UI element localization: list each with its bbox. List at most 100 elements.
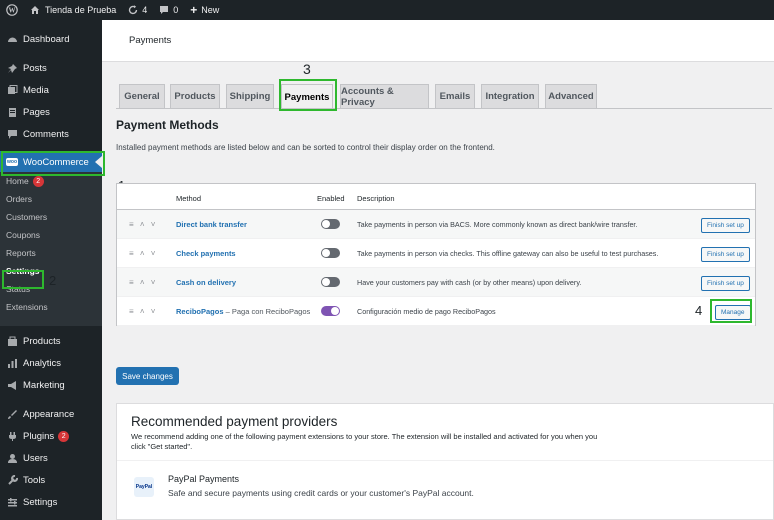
updates-icon: [128, 5, 138, 15]
menu-item-plugins[interactable]: Plugins 2: [0, 426, 102, 446]
settings-icon: [6, 496, 18, 508]
menu-item-posts[interactable]: Posts: [0, 58, 102, 78]
column-header-description: Description: [357, 194, 395, 203]
gateway-description: Take payments in person via checks. This…: [357, 249, 659, 258]
submenu-item-orders[interactable]: Orders: [0, 191, 102, 207]
enabled-toggle[interactable]: [321, 219, 340, 229]
column-header-enabled: Enabled: [317, 194, 345, 203]
menu-label: Users: [23, 452, 48, 464]
menu-label: Pages: [23, 106, 50, 118]
menu-item-users[interactable]: Users: [0, 448, 102, 468]
submenu-label: Extensions: [6, 302, 48, 312]
column-header-method: Method: [176, 194, 202, 203]
submenu-item-coupons[interactable]: Coupons: [0, 227, 102, 243]
page-header: Payments: [102, 20, 774, 62]
menu-item-products[interactable]: Products: [0, 331, 102, 351]
gateway-name-text: Direct bank transfer: [176, 220, 247, 229]
menu-item-analytics[interactable]: Analytics: [0, 353, 102, 373]
site-name-link[interactable]: Tienda de Prueba: [24, 0, 122, 20]
menu-item-media[interactable]: Media: [0, 80, 102, 100]
finish-setup-button[interactable]: Finish set up: [701, 247, 750, 262]
finish-setup-button[interactable]: Finish set up: [701, 276, 750, 291]
menu-item-appearance[interactable]: Appearance: [0, 404, 102, 424]
wrench-icon: [6, 474, 18, 486]
gateway-name-text: Check payments: [176, 249, 236, 258]
menu-item-tools[interactable]: Tools: [0, 470, 102, 490]
new-label: New: [201, 5, 220, 15]
menu-label: Media: [23, 84, 49, 96]
tab-shipping[interactable]: Shipping: [226, 84, 274, 108]
submenu-item-customers[interactable]: Customers: [0, 209, 102, 225]
payments-tab-highlight-box: [279, 79, 337, 111]
payment-methods-table: Method Enabled Description ≡ ˄ ˅ Direct …: [116, 183, 756, 326]
recommended-providers-panel: Recommended payment providers We recomme…: [116, 403, 774, 520]
save-changes-button[interactable]: Save changes: [116, 367, 179, 385]
submenu-item-extensions[interactable]: Extensions: [0, 299, 102, 315]
menu-item-comments[interactable]: Comments: [0, 124, 102, 144]
tabs-baseline: [116, 108, 772, 109]
svg-text:W: W: [9, 7, 16, 15]
updates-count: 4: [142, 5, 148, 15]
step-2-label: 2: [49, 273, 57, 288]
pin-icon: [6, 62, 18, 74]
gateway-name[interactable]: Direct bank transfer: [176, 220, 247, 229]
tab-integration[interactable]: Integration: [481, 84, 539, 108]
submenu-label: Orders: [6, 194, 32, 204]
home-notification-badge: 2: [32, 175, 44, 187]
new-content-link[interactable]: + New: [184, 0, 225, 20]
gateway-name-text: ReciboPagos: [176, 307, 224, 316]
submenu-label: Reports: [6, 248, 36, 258]
wordpress-logo-icon[interactable]: W: [0, 0, 24, 20]
recommended-description: We recommend adding one of the following…: [131, 432, 598, 451]
tab-advanced[interactable]: Advanced: [545, 84, 597, 108]
users-icon: [6, 452, 18, 464]
enabled-toggle[interactable]: [321, 306, 340, 316]
gateway-name[interactable]: Check payments: [176, 249, 236, 258]
menu-label: Settings: [23, 496, 58, 508]
divider: [117, 460, 773, 461]
plug-icon: [6, 430, 18, 442]
tab-general[interactable]: General: [119, 84, 165, 108]
finish-setup-button[interactable]: Finish set up: [701, 218, 750, 233]
submenu-item-reports[interactable]: Reports: [0, 245, 102, 261]
page-title: Payments: [129, 35, 172, 46]
home-icon: [30, 5, 40, 15]
gateway-description: Take payments in person via BACS. More c…: [357, 220, 638, 229]
menu-item-dashboard[interactable]: Dashboard: [0, 29, 102, 49]
sort-handle-icon[interactable]: ≡ ˄ ˅: [129, 278, 157, 287]
gateway-name[interactable]: ReciboPagos – Paga con ReciboPagos: [176, 307, 310, 316]
table-row: ≡ ˄ ˅ ReciboPagos – Paga con ReciboPagos…: [117, 297, 755, 326]
table-row: ≡ ˄ ˅ Direct bank transfer Take payments…: [117, 210, 755, 239]
comment-icon: [6, 128, 18, 140]
table-row: ≡ ˄ ˅ Cash on delivery Have your custome…: [117, 268, 755, 297]
gateway-name[interactable]: Cash on delivery: [176, 278, 236, 287]
enabled-toggle[interactable]: [321, 248, 340, 258]
menu-item-pages[interactable]: Pages: [0, 102, 102, 122]
enabled-toggle[interactable]: [321, 277, 340, 287]
gateway-subtitle: – Paga con ReciboPagos: [223, 307, 311, 316]
megaphone-icon: [6, 379, 18, 391]
submenu-label: Coupons: [6, 230, 41, 240]
sort-handle-icon[interactable]: ≡ ˄ ˅: [129, 307, 157, 316]
manage-highlight-box: [710, 299, 752, 323]
menu-item-marketing[interactable]: Marketing: [0, 375, 102, 395]
paypal-logo-icon: PayPal: [134, 477, 154, 497]
menu-item-settings[interactable]: Settings: [0, 492, 102, 512]
menu-label: Appearance: [23, 408, 75, 420]
submenu-label: Home: [6, 176, 29, 186]
sort-handle-icon[interactable]: ≡ ˄ ˅: [129, 220, 157, 229]
comments-link[interactable]: 0: [153, 0, 184, 20]
tab-emails[interactable]: Emails: [435, 84, 475, 108]
analytics-icon: [6, 357, 18, 369]
menu-label: Products: [23, 335, 61, 347]
submenu-label: Customers: [6, 212, 48, 222]
sort-handle-icon[interactable]: ≡ ˄ ˅: [129, 249, 157, 258]
updates-link[interactable]: 4: [122, 0, 153, 20]
products-icon: [6, 335, 18, 347]
table-row: ≡ ˄ ˅ Check payments Take payments in pe…: [117, 239, 755, 268]
tab-accounts-privacy[interactable]: Accounts & Privacy: [340, 84, 429, 108]
plugins-update-badge: 2: [58, 430, 70, 442]
woocommerce-highlight-box: [1, 151, 105, 176]
comments-count: 0: [173, 5, 179, 15]
tab-products[interactable]: Products: [170, 84, 220, 108]
